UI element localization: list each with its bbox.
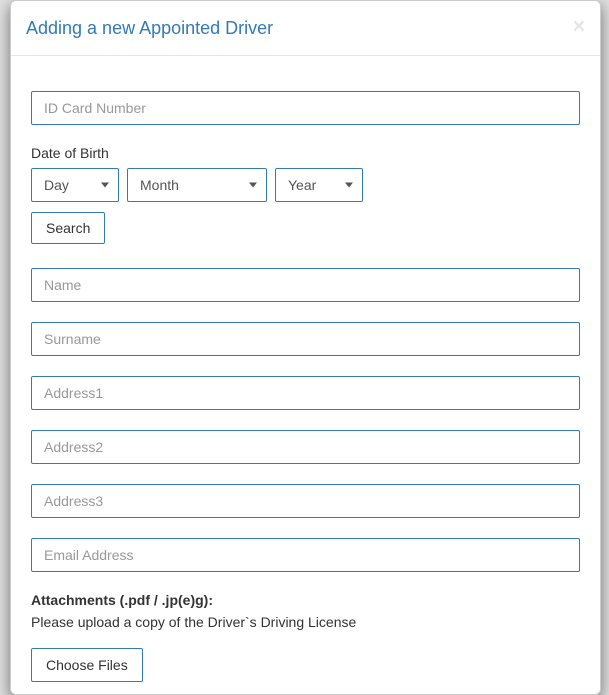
address1-input[interactable] [31,376,580,410]
search-button[interactable]: Search [31,212,105,244]
address1-group [31,376,580,410]
dob-label: Date of Birth [31,145,580,161]
year-select-wrap: Year [275,168,363,202]
dob-row: Day Month Year [31,168,580,202]
attachments-hint: Please upload a copy of the Driver`s Dri… [31,614,580,630]
year-select[interactable]: Year [275,168,363,202]
address3-group [31,484,580,518]
id-card-input[interactable] [31,91,580,125]
day-select-wrap: Day [31,168,119,202]
attachments-label: Attachments (.pdf / .jp(e)g): [31,592,580,608]
month-select[interactable]: Month [127,168,267,202]
name-input[interactable] [31,268,580,302]
modal-header: Adding a new Appointed Driver × [11,1,600,56]
close-icon: × [573,15,585,38]
surname-group [31,322,580,356]
modal-dialog: Adding a new Appointed Driver × Date of … [10,0,601,695]
address2-input[interactable] [31,430,580,464]
modal-title: Adding a new Appointed Driver [26,16,273,41]
id-card-group [31,91,580,125]
email-input[interactable] [31,538,580,572]
modal-body: Date of Birth Day Month Year Sea [11,56,600,694]
close-button[interactable]: × [573,16,585,37]
month-select-wrap: Month [127,168,267,202]
address3-input[interactable] [31,484,580,518]
name-group [31,268,580,302]
address2-group [31,430,580,464]
surname-input[interactable] [31,322,580,356]
choose-files-button[interactable]: Choose Files [31,648,143,682]
email-group [31,538,580,572]
day-select[interactable]: Day [31,168,119,202]
